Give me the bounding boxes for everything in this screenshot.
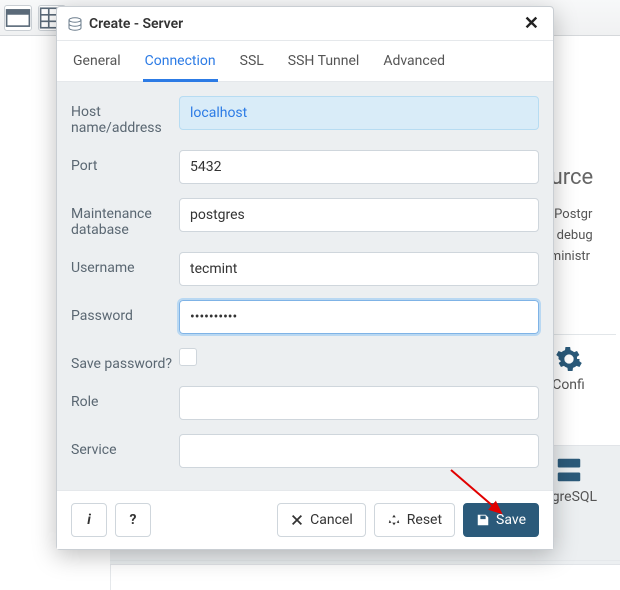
help-button[interactable]: ? [115,503,151,537]
service-input[interactable] [179,434,539,468]
service-label: Service [71,434,179,458]
username-label: Username [71,252,179,276]
maintenance-db-input[interactable] [179,198,539,232]
tab-ssh-tunnel[interactable]: SSH Tunnel [286,49,362,81]
x-icon [290,513,304,527]
tab-general[interactable]: General [71,49,123,81]
password-label: Password [71,300,179,324]
dialog-footer: i ? Cancel Reset Save [57,490,553,549]
dialog-overlay: Create - Server ✕ General Connection SSL… [0,0,620,590]
dialog-title: Create - Server [67,16,183,32]
db-label: Maintenance database [71,198,179,238]
port-input[interactable] [179,150,539,184]
cancel-button[interactable]: Cancel [277,503,366,537]
recycle-icon [387,513,401,527]
password-input[interactable] [179,300,539,334]
tab-connection[interactable]: Connection [143,49,218,82]
save-icon [476,513,490,527]
reset-button[interactable]: Reset [374,503,455,537]
save-button[interactable]: Save [463,503,539,537]
tab-ssl[interactable]: SSL [238,49,266,81]
create-server-dialog: Create - Server ✕ General Connection SSL… [56,6,554,550]
server-small-icon [67,16,83,32]
role-label: Role [71,386,179,410]
username-input[interactable] [179,252,539,286]
host-input[interactable] [179,96,539,130]
dialog-title-text: Create - Server [89,16,183,32]
form-body: Host name/address Port Maintenance datab… [57,82,553,490]
info-button[interactable]: i [71,503,107,537]
port-label: Port [71,150,179,174]
role-input[interactable] [179,386,539,420]
close-button[interactable]: ✕ [520,13,543,34]
dialog-tabs: General Connection SSL SSH Tunnel Advanc… [57,41,553,82]
save-password-label: Save password? [71,348,179,372]
dialog-header: Create - Server ✕ [57,7,553,41]
tab-advanced[interactable]: Advanced [381,49,447,81]
save-password-checkbox[interactable] [179,348,197,366]
host-label: Host name/address [71,96,179,136]
